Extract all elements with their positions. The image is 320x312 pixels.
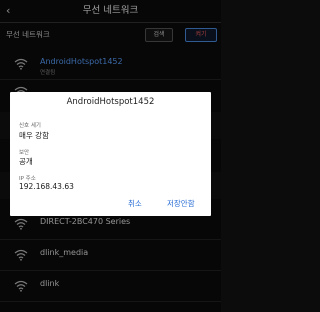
security-label: 보안 — [19, 150, 30, 156]
forget-button[interactable]: 저장안함 — [167, 198, 195, 209]
dialog-title: AndroidHotspot1452 — [66, 97, 155, 107]
signal-label: 신호 세기 — [19, 123, 41, 129]
signal-value: 매우 강함 — [19, 131, 49, 140]
ip-label: IP 주소 — [19, 176, 36, 182]
network-details-dialog: AndroidHotspot1452 신호 세기 매우 강함 보안 공개 IP … — [10, 92, 211, 216]
cancel-button[interactable]: 취소 — [128, 198, 142, 209]
ip-value: 192.168.43.63 — [19, 182, 74, 191]
security-value: 공개 — [19, 157, 33, 166]
